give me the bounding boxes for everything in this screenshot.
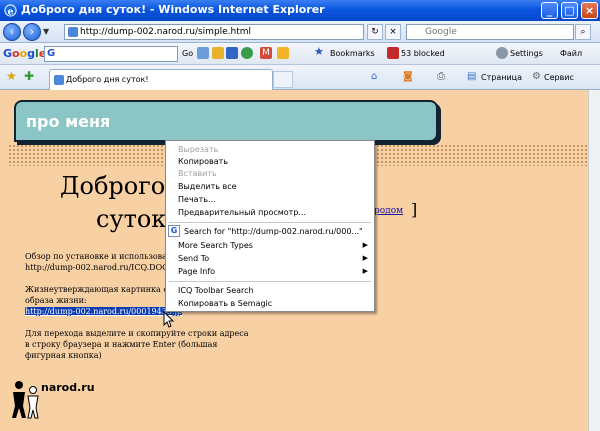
- minimize-button[interactable]: _: [541, 2, 558, 19]
- mouse-cursor-icon: [163, 311, 175, 328]
- menu-copy[interactable]: Копировать: [178, 157, 228, 166]
- refresh-button[interactable]: ↻: [367, 24, 383, 40]
- page-menu[interactable]: Страница: [481, 73, 522, 82]
- submenu-arrow-icon: ▶: [362, 241, 368, 249]
- page-title-line2: суток!: [96, 205, 176, 233]
- submenu-arrow-icon: ▶: [362, 267, 368, 275]
- vertical-scrollbar[interactable]: [588, 90, 600, 431]
- window-titlebar[interactable]: e Доброго дня суток! - Windows Internet …: [0, 0, 600, 21]
- bookmark-star-icon[interactable]: ★: [314, 45, 326, 58]
- stop-button[interactable]: ×: [385, 24, 401, 40]
- tools-gear-icon[interactable]: ⚙: [532, 71, 541, 82]
- google-logo[interactable]: Google: [3, 47, 46, 60]
- feeds-icon[interactable]: ◙: [403, 71, 413, 82]
- maximize-button[interactable]: □: [561, 2, 578, 19]
- menu-copy-semagic[interactable]: Копировать в Semagic: [178, 299, 272, 308]
- tools-menu[interactable]: Сервис: [544, 73, 574, 82]
- address-bar: ‹ › ▼ http://dump-002.narod.ru/simple.ht…: [0, 21, 600, 43]
- icq-doc-url: http://dump-002.narod.ru/ICQ.DOC: [25, 263, 169, 272]
- menu-select-all[interactable]: Выделить все: [178, 182, 237, 191]
- google-g-icon: G: [47, 48, 56, 59]
- url-input[interactable]: http://dump-002.narod.ru/simple.html: [64, 24, 364, 40]
- search-box[interactable]: [406, 24, 574, 40]
- header-text: про меня: [26, 112, 111, 131]
- menu-send-to[interactable]: Send To: [178, 254, 209, 263]
- context-menu: Вырезать Копировать Вставить Выделить вс…: [165, 140, 375, 312]
- print-icon[interactable]: ⎙: [437, 71, 445, 82]
- globe-icon[interactable]: [241, 47, 253, 59]
- go-arrow-icon[interactable]: [197, 47, 209, 59]
- search-input[interactable]: [425, 27, 565, 37]
- paragraph-instructions: Для перехода выделите и скопируйте строк…: [25, 329, 249, 360]
- pencil-icon[interactable]: [226, 47, 238, 59]
- menu-print[interactable]: Печать...: [178, 195, 216, 204]
- close-button[interactable]: ×: [581, 2, 598, 19]
- file-menu[interactable]: Файл: [560, 49, 582, 58]
- narod-logo[interactable]: narod.ru: [10, 380, 95, 420]
- page-header-tab[interactable]: про меня: [14, 100, 438, 142]
- page-menu-icon[interactable]: ▤: [467, 71, 476, 82]
- menu-cut[interactable]: Вырезать: [178, 145, 218, 154]
- paragraph-picture-line1: Жизнеутверждающая картинка о: [25, 285, 169, 294]
- menu-more-search-types[interactable]: More Search Types: [178, 241, 253, 250]
- new-tab-button[interactable]: [273, 71, 293, 88]
- page-icon: [68, 27, 78, 37]
- tab-label: Доброго дня суток!: [66, 75, 149, 84]
- bookmarks-menu[interactable]: Bookmarks: [330, 49, 375, 58]
- page-icon: [54, 75, 64, 85]
- bracket-text: ]: [411, 200, 418, 219]
- narod-link[interactable]: родом: [374, 206, 403, 216]
- settings-menu[interactable]: Settings: [510, 49, 543, 58]
- back-button[interactable]: ‹: [3, 23, 21, 41]
- svg-text:e: e: [8, 6, 14, 17]
- menu-icq-toolbar-search[interactable]: ICQ Toolbar Search: [178, 286, 254, 295]
- window-title: Доброго дня суток! - Windows Internet Ex…: [21, 3, 325, 16]
- narod-logo-text: narod.ru: [41, 381, 95, 394]
- url-text: http://dump-002.narod.ru/simple.html: [80, 27, 252, 37]
- menu-paste[interactable]: Вставить: [178, 169, 217, 178]
- menu-separator: [169, 222, 371, 223]
- google-search-input[interactable]: G: [44, 46, 178, 62]
- popup-blocked-count[interactable]: 53 blocked: [401, 49, 445, 58]
- gmail-icon[interactable]: M: [260, 47, 272, 59]
- internet-explorer-icon: e: [4, 4, 17, 17]
- settings-gear-icon[interactable]: [496, 47, 508, 59]
- calendar-icon[interactable]: [277, 47, 289, 59]
- add-favorite-icon[interactable]: ✚: [24, 69, 34, 83]
- page-title-line1: Доброго: [60, 172, 166, 200]
- go-button[interactable]: Go: [182, 49, 193, 58]
- favorites-star-icon[interactable]: ★: [6, 69, 17, 83]
- menu-search-for[interactable]: Search for "http://dump-002.narod.ru/000…: [184, 227, 363, 236]
- popup-blocker-icon[interactable]: [387, 47, 399, 59]
- home-icon[interactable]: ⌂: [371, 71, 377, 82]
- news-icon[interactable]: [212, 47, 224, 59]
- tab-active[interactable]: Доброго дня суток!: [49, 69, 273, 90]
- narod-people-icon: [12, 381, 39, 419]
- menu-print-preview[interactable]: Предварительный просмотр...: [178, 208, 306, 217]
- search-go-button[interactable]: ⌕: [575, 24, 591, 40]
- google-toolbar: Google G Go M ★ Bookmarks 53 blocked Set…: [0, 43, 600, 65]
- paragraph-picture-line2: образа жизни:: [25, 296, 87, 305]
- menu-page-info[interactable]: Page Info: [178, 267, 215, 276]
- selected-url[interactable]: http://dump-002.narod.ru/00019435.jp: [25, 307, 183, 316]
- history-dropdown-icon[interactable]: ▼: [43, 27, 49, 36]
- tab-bar: ★ ✚ Доброго дня суток! ⌂ ◙ ⎙ ▤ Страница …: [0, 65, 600, 90]
- forward-button[interactable]: ›: [23, 23, 41, 41]
- submenu-arrow-icon: ▶: [362, 254, 368, 262]
- paragraph-install-text: Обзор по установке и использовани: [25, 252, 178, 261]
- google-search-icon: G: [168, 225, 180, 237]
- menu-separator: [169, 281, 371, 282]
